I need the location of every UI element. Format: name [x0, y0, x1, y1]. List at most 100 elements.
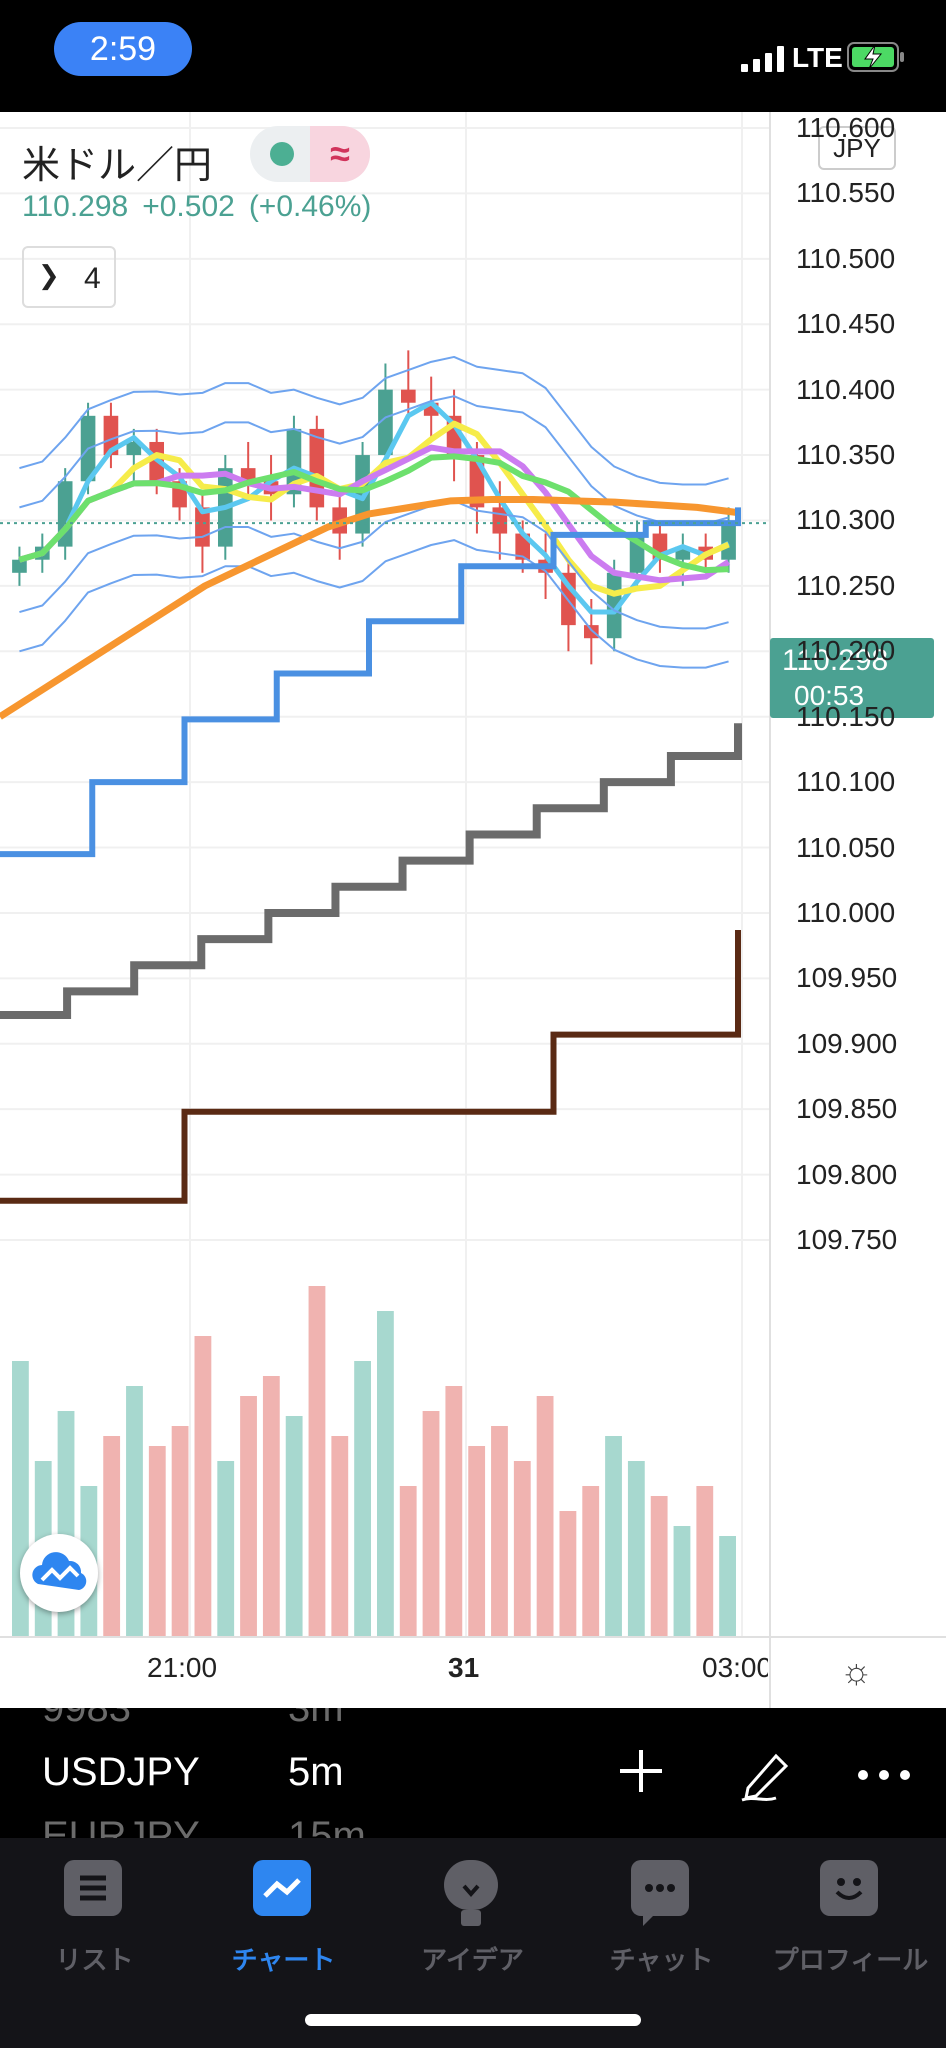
- volume-bar: [719, 1536, 736, 1636]
- list-icon: [64, 1860, 122, 1916]
- volume-bar: [103, 1436, 121, 1636]
- tab-profile[interactable]: プロフィール: [756, 1860, 945, 1975]
- cloud-layout-button[interactable]: [20, 1534, 98, 1612]
- volume-bar: [673, 1526, 691, 1636]
- y-tick-label: 109.850: [796, 1093, 898, 1125]
- picker-symbol[interactable]: 9983: [42, 1708, 131, 1731]
- delayed-data-icon: ≈: [310, 126, 370, 182]
- candle-body: [492, 507, 508, 534]
- market-open-dot-icon: [270, 142, 294, 166]
- y-tick-label: 110.450: [796, 308, 896, 340]
- symbol-title[interactable]: 米ドル／円: [22, 134, 212, 189]
- candle-body: [309, 428, 325, 508]
- volume-bar: [696, 1486, 714, 1636]
- profile-icon: [820, 1860, 878, 1916]
- battery-charging-icon: [847, 42, 904, 72]
- volume-bar: [582, 1486, 600, 1636]
- volume-bar: [491, 1426, 508, 1636]
- candle-body: [721, 523, 736, 560]
- y-tick-label: 110.550: [796, 177, 896, 209]
- volume-bar: [171, 1426, 189, 1636]
- cloud-icon: [32, 1552, 87, 1590]
- add-icon[interactable]: [616, 1746, 666, 1796]
- picker-interval[interactable]: 15m: [288, 1814, 366, 1838]
- last-price: 110.298: [22, 190, 129, 223]
- volume-bar: [194, 1336, 212, 1636]
- y-tick-label: 109.900: [796, 1027, 898, 1059]
- series-step-brown: [0, 929, 741, 1204]
- picker-interval[interactable]: 3m: [288, 1708, 344, 1731]
- y-tick-label: 109.950: [796, 962, 898, 994]
- y-tick-label: 110.050: [796, 831, 896, 863]
- tab-label: チャット: [609, 1945, 714, 1975]
- signal-icon: [741, 46, 784, 72]
- picker-interval-selected[interactable]: 5m: [288, 1750, 344, 1795]
- x-tick-label: 21:00: [147, 1652, 218, 1683]
- y-tick-label: 110.250: [796, 569, 896, 601]
- volume-bar: [217, 1461, 235, 1636]
- chart-icon: [253, 1860, 311, 1916]
- home-indicator: [305, 2014, 641, 2026]
- y-tick-label: 110.500: [796, 242, 896, 274]
- volume-bar: [126, 1386, 143, 1636]
- chart-area[interactable]: 米ドル／円 ≈ 110.298 +0.502 (+0.46%) ❯ 4 JPY 11…: [0, 112, 946, 1708]
- chevron-down-icon: ❯: [38, 260, 60, 290]
- volume-bar: [650, 1496, 668, 1636]
- volume-bar: [605, 1436, 622, 1636]
- more-options-icon[interactable]: [856, 1768, 912, 1782]
- picker-symbol[interactable]: EURJPY: [42, 1814, 200, 1838]
- y-tick-label: 110.100: [796, 766, 896, 798]
- price-summary: 110.298 +0.502 (+0.46%): [22, 190, 385, 224]
- chart-settings-gear-icon[interactable]: ☼: [840, 1650, 873, 1692]
- volume-bar: [262, 1376, 280, 1636]
- volume-bar: [468, 1446, 486, 1636]
- picker-symbol-selected[interactable]: USDJPY: [42, 1750, 200, 1795]
- symbol-picker[interactable]: 9983 3m USDJPY 5m EURJPY 15m: [0, 1708, 946, 1838]
- volume-bar: [536, 1396, 554, 1636]
- tab-ideas[interactable]: アイデア: [378, 1860, 567, 1975]
- volume-bar: [285, 1416, 303, 1636]
- indicators-toggle[interactable]: ❯ 4: [22, 246, 116, 308]
- candle-body: [400, 389, 416, 403]
- volume-bar: [422, 1411, 440, 1636]
- y-tick-label: 110.150: [796, 700, 896, 732]
- y-tick-label: 109.750: [796, 1224, 898, 1255]
- chat-icon: [631, 1860, 689, 1926]
- volume-bar: [559, 1511, 577, 1636]
- volume-bar: [377, 1311, 394, 1636]
- tab-label: リスト: [55, 1945, 134, 1975]
- volume-bar: [308, 1286, 326, 1636]
- drawing-pencil-icon[interactable]: [736, 1744, 796, 1804]
- y-tick-label: 109.800: [796, 1158, 898, 1190]
- volume-bar: [627, 1461, 645, 1636]
- y-tick-label: 110.600: [796, 112, 896, 143]
- series-step-blue: [0, 507, 741, 858]
- volume-bar: [148, 1446, 166, 1636]
- series-step-gray: [0, 723, 742, 1019]
- band-line-upper-outer: [19, 355, 729, 486]
- volume-bar: [399, 1486, 417, 1636]
- y-tick-label: 110.200: [796, 635, 896, 667]
- volume-bar: [354, 1361, 371, 1636]
- indicator-count: 4: [84, 262, 101, 295]
- tab-label: プロフィール: [772, 1945, 929, 1975]
- volume-bar: [331, 1436, 349, 1636]
- price-change: +0.502: [142, 190, 235, 223]
- tab-label: チャート: [231, 1945, 336, 1975]
- tab-chat[interactable]: チャット: [567, 1860, 756, 1975]
- status-time: 2:59: [54, 22, 192, 76]
- candle-body: [12, 559, 27, 573]
- tab-chart[interactable]: チャート: [189, 1860, 378, 1975]
- market-status-toggle[interactable]: ≈: [250, 126, 370, 182]
- y-tick-label: 110.400: [796, 373, 896, 405]
- candle-body: [583, 625, 599, 639]
- tab-list[interactable]: リスト: [0, 1860, 189, 1975]
- x-tick-label: 31: [448, 1652, 480, 1683]
- price-change-pct: (+0.46%): [248, 190, 372, 223]
- network-label: LTE: [792, 42, 843, 73]
- y-tick-label: 110.000: [796, 896, 896, 928]
- x-tick-label: 03:00: [702, 1652, 768, 1683]
- volume-bar: [240, 1396, 257, 1636]
- tab-label: アイデア: [421, 1945, 524, 1975]
- volume-bar: [445, 1386, 463, 1636]
